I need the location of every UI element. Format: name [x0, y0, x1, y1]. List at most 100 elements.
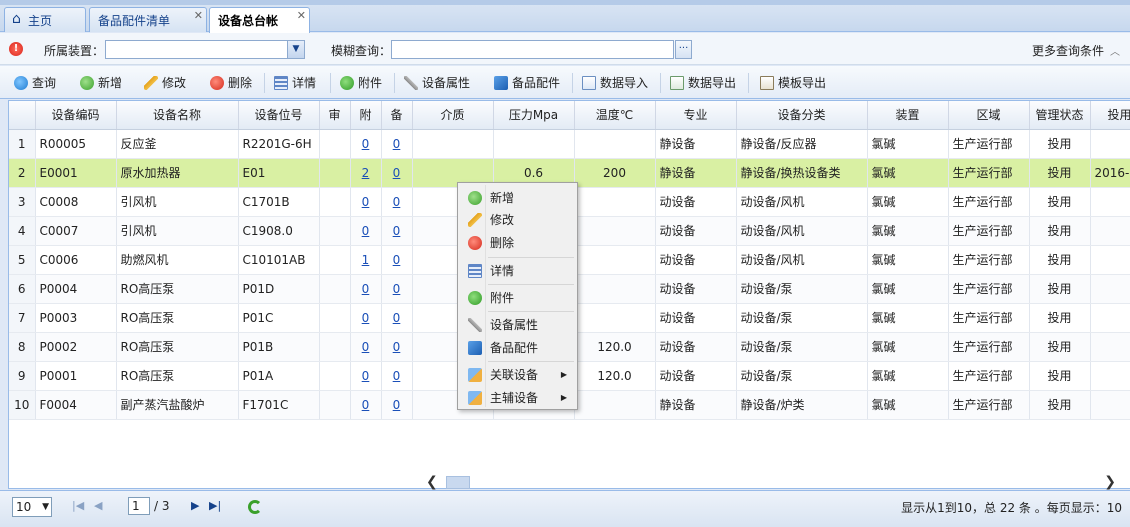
column-header-medium[interactable]: 介质 — [412, 101, 494, 130]
detail-button[interactable]: 详情 — [274, 74, 316, 92]
cell-attach-count-link[interactable]: 1 — [362, 253, 370, 267]
query-button[interactable]: 查询 — [14, 74, 56, 92]
menu-item-add[interactable]: 新增 — [460, 187, 575, 209]
cell-spare-count[interactable]: 0 — [381, 303, 413, 333]
cell-spare-count-link[interactable]: 0 — [393, 282, 401, 296]
more-conditions-button[interactable]: 更多查询条件 ︿ — [1032, 42, 1120, 59]
close-icon[interactable]: ✕ — [297, 9, 306, 22]
cell-attach-count-link[interactable]: 0 — [362, 340, 370, 354]
cell-attach-count[interactable]: 1 — [350, 245, 382, 275]
menu-item-edit[interactable]: 修改 — [460, 209, 575, 231]
cell-spare-count-link[interactable]: 0 — [393, 398, 401, 412]
column-header-status[interactable]: 管理状态 — [1029, 101, 1091, 130]
spare-parts-button[interactable]: 备品配件 — [494, 74, 560, 92]
cell-spare-count[interactable]: 0 — [381, 274, 413, 304]
cell-attach-count[interactable]: 0 — [350, 216, 382, 246]
last-page-icon[interactable]: ▶| — [209, 499, 221, 512]
attach-button[interactable]: 附件 — [340, 74, 382, 92]
reload-icon[interactable] — [248, 500, 262, 514]
cell-spare-count-link[interactable]: 0 — [393, 311, 401, 325]
cell-spare-count-link[interactable]: 0 — [393, 137, 401, 151]
menu-item-main-aux-equipment[interactable]: 主辅设备 ▶ — [460, 387, 575, 409]
tab-home[interactable]: 主页 — [4, 7, 86, 32]
delete-button[interactable]: 删除 — [210, 74, 252, 92]
menu-item-delete[interactable]: 删除 — [460, 232, 575, 254]
chevron-down-icon[interactable]: ▼ — [287, 41, 304, 58]
page-number-input[interactable]: 1 — [128, 497, 150, 515]
chevron-down-icon[interactable]: ▼ — [42, 498, 49, 516]
device-select[interactable]: ▼ — [105, 40, 305, 59]
column-header-attach[interactable]: 附 — [350, 101, 382, 130]
fuzzy-search-input[interactable] — [391, 40, 674, 59]
column-header-review[interactable]: 审 — [319, 101, 351, 130]
table-row[interactable]: 1 R00005 反应釜 R2201G-6H 0 0 静设备 静设备/反应器 氯碱 生产运行部 投用 — [9, 129, 1130, 159]
cell-attach-count-link[interactable]: 0 — [362, 137, 370, 151]
cell-spare-count[interactable]: 0 — [381, 245, 413, 275]
cell-attach-count[interactable]: 0 — [350, 332, 382, 362]
cell-spare-count-link[interactable]: 0 — [393, 253, 401, 267]
scroll-thumb[interactable] — [446, 476, 470, 489]
chevron-left-icon[interactable]: ❮ — [426, 474, 438, 490]
fuzzy-search-button[interactable]: ··· — [675, 40, 692, 59]
cell-spare-count[interactable]: 0 — [381, 158, 413, 188]
page-size-select[interactable]: 10 ▼ — [12, 497, 52, 517]
cell-attach-count[interactable]: 0 — [350, 303, 382, 333]
horizontal-scrollbar[interactable]: ❮ ❯ — [8, 474, 1130, 490]
cell-attach-count-link[interactable]: 0 — [362, 282, 370, 296]
close-icon[interactable]: ✕ — [194, 9, 203, 22]
column-header-tag[interactable]: 设备位号 — [238, 101, 320, 130]
menu-item-related-equipment[interactable]: 关联设备 ▶ — [460, 364, 575, 386]
column-header-name[interactable]: 设备名称 — [116, 101, 239, 130]
chevron-right-icon[interactable]: ❯ — [1104, 474, 1116, 490]
add-button[interactable]: 新增 — [80, 74, 122, 92]
menu-item-spare-parts[interactable]: 备品配件 — [460, 337, 575, 359]
menu-item-properties[interactable]: 设备属性 — [460, 314, 575, 336]
cell-attach-count-link[interactable]: 0 — [362, 224, 370, 238]
first-page-icon[interactable]: |◀ — [72, 499, 84, 512]
column-header-category[interactable]: 设备分类 — [736, 101, 868, 130]
cell-spare-count[interactable]: 0 — [381, 332, 413, 362]
cell-attach-count[interactable]: 2 — [350, 158, 382, 188]
chevron-up-icon[interactable]: ︿ — [1110, 47, 1120, 58]
cell-attach-count[interactable]: 0 — [350, 274, 382, 304]
column-header-major[interactable]: 专业 — [655, 101, 737, 130]
cell-attach-count[interactable]: 0 — [350, 390, 382, 420]
cell-spare-count[interactable]: 0 — [381, 390, 413, 420]
column-header-unit[interactable]: 装置 — [867, 101, 949, 130]
cell-attach-count-link[interactable]: 2 — [362, 166, 370, 180]
tab-equipment-ledger[interactable]: 设备总台帐 ✕ — [209, 7, 310, 33]
tab-spare-parts[interactable]: 备品配件清单 ✕ — [89, 7, 207, 32]
cell-attach-count-link[interactable]: 0 — [362, 311, 370, 325]
edit-button[interactable]: 修改 — [144, 74, 186, 92]
cell-attach-count-link[interactable]: 0 — [362, 369, 370, 383]
export-button[interactable]: 数据导出 — [670, 74, 736, 92]
cell-attach-count[interactable]: 0 — [350, 187, 382, 217]
column-header-spare[interactable]: 备 — [381, 101, 413, 130]
menu-item-attach[interactable]: 附件 — [460, 287, 575, 309]
cell-attach-count-link[interactable]: 0 — [362, 195, 370, 209]
column-header-area[interactable]: 区域 — [948, 101, 1030, 130]
prev-page-icon[interactable]: ◀ — [94, 499, 102, 512]
next-page-icon[interactable]: ▶ — [191, 499, 199, 512]
menu-item-detail[interactable]: 详情 — [460, 260, 575, 282]
column-header-code[interactable]: 设备编码 — [35, 101, 117, 130]
cell-spare-count[interactable]: 0 — [381, 129, 413, 159]
import-button[interactable]: 数据导入 — [582, 74, 648, 92]
properties-button[interactable]: 设备属性 — [404, 74, 470, 92]
cell-spare-count[interactable]: 0 — [381, 361, 413, 391]
column-header-temperature[interactable]: 温度℃ — [574, 101, 656, 130]
cell-spare-count[interactable]: 0 — [381, 216, 413, 246]
cell-spare-count[interactable]: 0 — [381, 187, 413, 217]
cell-attach-count[interactable]: 0 — [350, 129, 382, 159]
cell-attach-count[interactable]: 0 — [350, 361, 382, 391]
column-header-pressure[interactable]: 压力Mpa — [493, 101, 575, 130]
cell-attach-count-link[interactable]: 0 — [362, 398, 370, 412]
cell-spare-count-link[interactable]: 0 — [393, 195, 401, 209]
template-export-button[interactable]: 模板导出 — [760, 74, 826, 92]
cell-spare-count-link[interactable]: 0 — [393, 340, 401, 354]
cell-spare-count-link[interactable]: 0 — [393, 224, 401, 238]
cell-spare-count-link[interactable]: 0 — [393, 369, 401, 383]
attach-button-label: 附件 — [358, 76, 383, 90]
column-header-in-service[interactable]: 投用 — [1090, 101, 1130, 130]
cell-spare-count-link[interactable]: 0 — [393, 166, 401, 180]
